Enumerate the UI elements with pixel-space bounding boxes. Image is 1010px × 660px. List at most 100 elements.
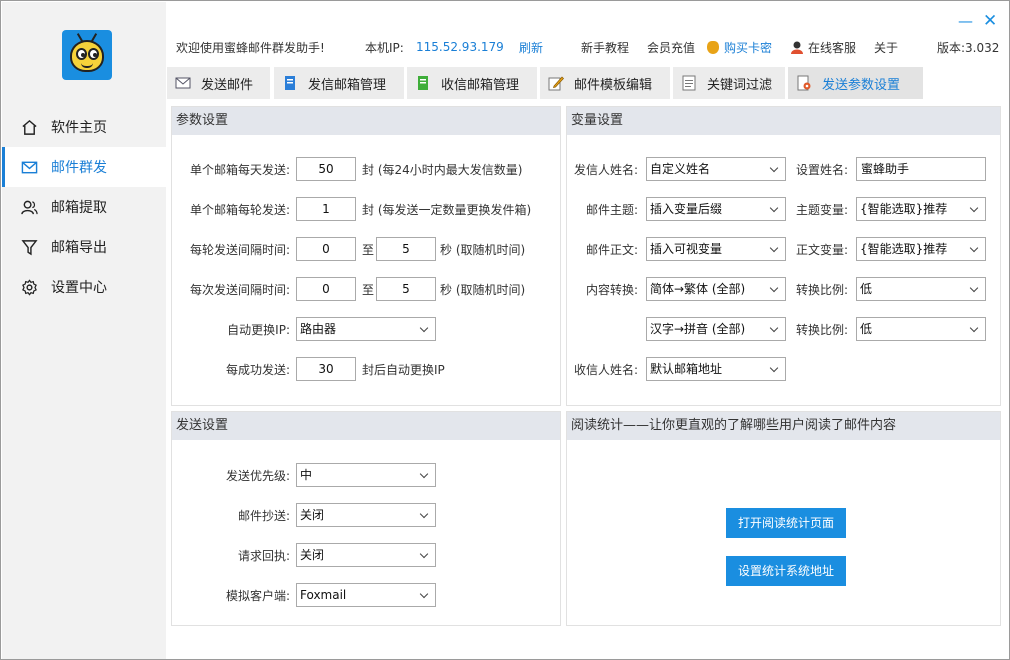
welcome-text: 欢迎使用蜜蜂邮件群发助手!	[176, 40, 325, 55]
cc-select[interactable]: 关闭	[296, 503, 436, 527]
convert-label: 内容转换:	[585, 283, 638, 297]
success-send-label: 每成功发送:	[225, 363, 290, 377]
tab-keyword-filter[interactable]: 关键词过滤	[673, 67, 785, 99]
tab-label: 关键词过滤	[707, 77, 773, 93]
auto-ip-label: 自动更换IP:	[227, 323, 290, 337]
sidebar-item-label: 邮箱提取	[51, 200, 107, 216]
priority-label: 发送优先级:	[225, 469, 290, 483]
success-send-input[interactable]: 30	[296, 357, 356, 381]
sidebar-nav: 软件主页 邮件群发 邮箱提取 邮箱导出 设置中心	[2, 107, 166, 307]
receipt-label: 请求回执:	[237, 549, 290, 563]
edit-icon	[548, 75, 564, 91]
envelope-icon	[175, 75, 191, 91]
round-send-label: 单个邮箱每轮发送:	[189, 203, 290, 217]
tab-label: 邮件模板编辑	[574, 77, 653, 93]
round-interval-hint: 秒 (取随机时间)	[440, 243, 526, 257]
subject-label: 邮件主题:	[585, 203, 638, 217]
tutorial-link[interactable]: 新手教程	[581, 39, 629, 56]
tab-template-edit[interactable]: 邮件模板编辑	[540, 67, 670, 99]
tab-send-mail[interactable]: 发送邮件	[167, 67, 270, 99]
service-person-icon	[791, 41, 803, 54]
send-interval-hint: 秒 (取随机时间)	[440, 283, 526, 297]
sidebar-item-mass-mail[interactable]: 邮件群发	[2, 147, 166, 187]
recipient-name-select[interactable]: 默认邮箱地址	[646, 357, 786, 381]
tab-label: 收信邮箱管理	[441, 77, 520, 93]
params-panel: 参数设置 单个邮箱每天发送: 50 封 (每24小时内最大发信数量) 单个邮箱每…	[171, 106, 561, 406]
body-select[interactable]: 插入可视变量	[646, 237, 786, 261]
document-icon	[282, 75, 298, 91]
round-interval-from-input[interactable]: 0	[296, 237, 356, 261]
about-link[interactable]: 关于	[874, 39, 898, 56]
recipient-name-label: 收信人姓名:	[573, 363, 638, 377]
sidebar-item-settings[interactable]: 设置中心	[2, 267, 166, 307]
tab-sender-mailbox[interactable]: 发信邮箱管理	[274, 67, 404, 99]
tab-receiver-mailbox[interactable]: 收信邮箱管理	[407, 67, 537, 99]
home-icon	[20, 118, 38, 136]
mail-icon	[20, 158, 38, 176]
buy-card-link[interactable]: 购买卡密	[707, 39, 772, 56]
send-interval-to-input[interactable]: 5	[376, 277, 436, 301]
receipt-select[interactable]: 关闭	[296, 543, 436, 567]
sender-name-select[interactable]: 自定义姓名	[646, 157, 786, 181]
refresh-link[interactable]: 刷新	[519, 39, 543, 56]
ratio-select[interactable]: 低	[856, 277, 986, 301]
sidebar-item-export[interactable]: 邮箱导出	[2, 227, 166, 267]
app-window: 软件主页 邮件群发 邮箱提取 邮箱导出 设置中心 — ✕ 欢迎使用蜜蜂邮件群发助…	[0, 0, 1010, 660]
sidebar-item-label: 邮箱导出	[51, 240, 107, 256]
recharge-link[interactable]: 会员充值	[647, 39, 695, 56]
daily-send-hint: 封 (每24小时内最大发信数量)	[362, 163, 523, 177]
to-label: 至	[362, 283, 375, 297]
panel-title: 变量设置	[567, 107, 1000, 135]
coin-bag-icon	[707, 40, 719, 54]
round-send-input[interactable]: 1	[296, 197, 356, 221]
close-button[interactable]: ✕	[983, 11, 997, 31]
convert2-select[interactable]: 汉字→拼音 (全部)	[646, 317, 786, 341]
sidebar-item-label: 软件主页	[51, 120, 107, 136]
daily-send-input[interactable]: 50	[296, 157, 356, 181]
client-select[interactable]: Foxmail	[296, 583, 436, 607]
customer-service-link[interactable]: 在线客服	[791, 39, 856, 56]
settings-doc-icon	[796, 75, 812, 91]
subject-var-select[interactable]: {智能选取}推荐	[856, 197, 986, 221]
body-var-select[interactable]: {智能选取}推荐	[856, 237, 986, 261]
ratio-label: 转换比例:	[795, 283, 848, 297]
cc-label: 邮件抄送:	[237, 509, 290, 523]
body-label: 邮件正文:	[585, 243, 638, 257]
text-document-icon	[681, 75, 697, 91]
minimize-button[interactable]: —	[958, 11, 973, 31]
panel-title: 参数设置	[172, 107, 560, 135]
filter-icon	[20, 238, 38, 256]
subject-var-label: 主题变量:	[795, 203, 848, 217]
priority-select[interactable]: 中	[296, 463, 436, 487]
client-label: 模拟客户端:	[225, 589, 290, 603]
body-var-label: 正文变量:	[795, 243, 848, 257]
set-stats-address-button[interactable]: 设置统计系统地址	[726, 556, 846, 586]
tab-send-params[interactable]: 发送参数设置	[788, 67, 923, 99]
success-send-hint: 封后自动更换IP	[362, 363, 445, 377]
gear-icon	[20, 278, 38, 296]
convert-select[interactable]: 简体→繁体 (全部)	[646, 277, 786, 301]
read-stats-panel: 阅读统计——让你更直观的了解哪些用户阅读了邮件内容 打开阅读统计页面 设置统计系…	[566, 411, 1001, 626]
subject-select[interactable]: 插入变量后缀	[646, 197, 786, 221]
round-send-hint: 封 (每发送一定数量更换发件箱)	[362, 203, 532, 217]
open-stats-button[interactable]: 打开阅读统计页面	[726, 508, 846, 538]
tab-label: 发送邮件	[201, 77, 254, 93]
round-interval-to-input[interactable]: 5	[376, 237, 436, 261]
tab-bar: 发送邮件 发信邮箱管理 收信邮箱管理 邮件模板编辑 关键词过滤 发送参数设置	[167, 67, 1007, 99]
daily-send-label: 单个邮箱每天发送:	[189, 163, 290, 177]
info-bar: 欢迎使用蜜蜂邮件群发助手! 本机IP: 115.52.93.179 刷新 新手教…	[167, 31, 1007, 63]
sender-name-label: 发信人姓名:	[573, 163, 638, 177]
set-name-input[interactable]: 蜜蜂助手	[856, 157, 986, 181]
ratio2-label: 转换比例:	[795, 323, 848, 337]
sidebar: 软件主页 邮件群发 邮箱提取 邮箱导出 设置中心	[2, 2, 166, 659]
auto-ip-select[interactable]: 路由器	[296, 317, 436, 341]
send-interval-label: 每次发送间隔时间:	[189, 283, 290, 297]
send-interval-from-input[interactable]: 0	[296, 277, 356, 301]
panel-title: 阅读统计——让你更直观的了解哪些用户阅读了邮件内容	[567, 412, 1000, 440]
sidebar-item-home[interactable]: 软件主页	[2, 107, 166, 147]
round-interval-label: 每轮发送间隔时间:	[189, 243, 290, 257]
set-name-label: 设置姓名:	[795, 163, 848, 177]
ratio2-select[interactable]: 低	[856, 317, 986, 341]
sidebar-item-extract[interactable]: 邮箱提取	[2, 187, 166, 227]
to-label: 至	[362, 243, 375, 257]
